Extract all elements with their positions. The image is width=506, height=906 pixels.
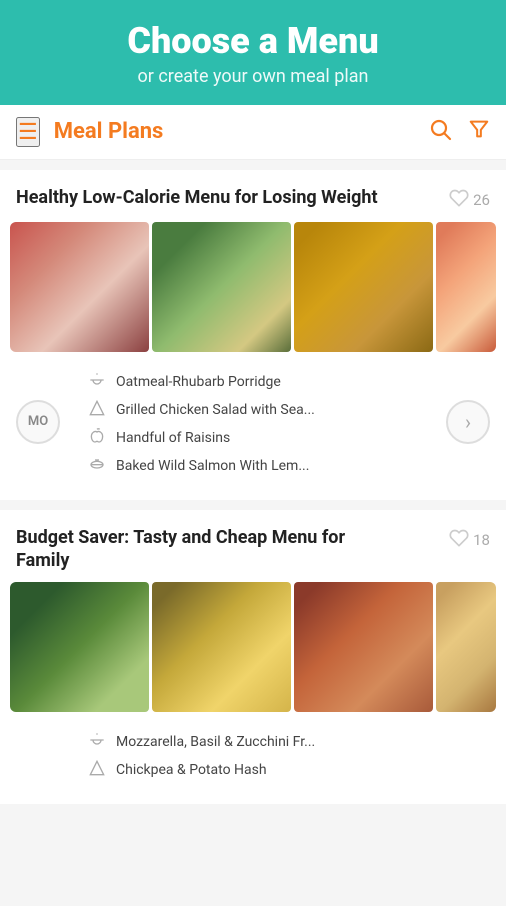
food-images-row — [10, 582, 496, 712]
apple-icon — [88, 428, 106, 448]
food-image-4[interactable] — [436, 582, 496, 712]
pizza-icon — [88, 400, 106, 420]
plan-card: Healthy Low-Calorie Menu for Losing Weig… — [0, 170, 506, 500]
food-item: Mozzarella, Basil & Zucchini Fr... — [88, 732, 474, 752]
hero-banner: Choose a Menu or create your own meal pl… — [0, 0, 506, 105]
hero-title: Choose a Menu — [20, 22, 486, 62]
food-item-name: Oatmeal-Rhubarb Porridge — [116, 374, 281, 390]
food-image-2[interactable] — [152, 582, 291, 712]
filter-button[interactable] — [468, 117, 490, 147]
menu-icon[interactable]: ☰ — [16, 117, 40, 147]
food-items-list: Oatmeal-Rhubarb Porridge Grilled Chicken… — [72, 360, 434, 484]
likes-count: 26 — [473, 191, 490, 209]
hero-subtitle: or create your own meal plan — [20, 66, 486, 87]
food-image-3[interactable] — [294, 222, 433, 352]
heart-icon[interactable] — [449, 528, 469, 552]
food-images-row — [10, 222, 496, 352]
content-area: Healthy Low-Calorie Menu for Losing Weig… — [0, 160, 506, 906]
filter-icon — [468, 118, 490, 140]
food-image-1[interactable] — [10, 582, 149, 712]
bowl-icon — [88, 732, 106, 752]
top-nav: ☰ Meal Plans — [0, 105, 506, 160]
dish-icon — [88, 456, 106, 476]
bowl-icon — [88, 372, 106, 392]
search-icon — [428, 117, 452, 141]
food-image-1[interactable] — [10, 222, 149, 352]
pizza-icon — [88, 760, 106, 780]
food-item-name: Grilled Chicken Salad with Sea... — [116, 402, 315, 418]
food-item: Oatmeal-Rhubarb Porridge — [88, 372, 418, 392]
plan-header: Healthy Low-Calorie Menu for Losing Weig… — [0, 170, 506, 222]
food-image-4[interactable] — [436, 222, 496, 352]
food-item-name: Handful of Raisins — [116, 430, 230, 446]
plan-likes: 18 — [449, 528, 490, 552]
nav-icons — [428, 117, 490, 147]
next-button[interactable]: › — [446, 400, 490, 444]
plan-header: Budget Saver: Tasty and Cheap Menu for F… — [0, 510, 506, 583]
likes-count: 18 — [473, 531, 490, 549]
food-item-name: Baked Wild Salmon With Lem... — [116, 458, 309, 474]
food-item: Chickpea & Potato Hash — [88, 760, 474, 780]
plan-card: Budget Saver: Tasty and Cheap Menu for F… — [0, 510, 506, 805]
food-item: Baked Wild Salmon With Lem... — [88, 456, 418, 476]
plan-footer: Mozzarella, Basil & Zucchini Fr... Chick… — [0, 712, 506, 788]
plan-footer: MO Oatmeal-Rhubarb Porridge — [0, 352, 506, 484]
food-item-name: Mozzarella, Basil & Zucchini Fr... — [116, 734, 315, 750]
plan-title[interactable]: Healthy Low-Calorie Menu for Losing Weig… — [16, 186, 386, 209]
plan-likes: 26 — [449, 188, 490, 212]
food-items-list: Mozzarella, Basil & Zucchini Fr... Chick… — [72, 720, 490, 788]
plan-title[interactable]: Budget Saver: Tasty and Cheap Menu for F… — [16, 526, 386, 573]
page-title: Meal Plans — [54, 119, 428, 144]
food-item-name: Chickpea & Potato Hash — [116, 762, 267, 778]
food-image-2[interactable] — [152, 222, 291, 352]
food-image-3[interactable] — [294, 582, 433, 712]
avatar[interactable]: MO — [16, 400, 60, 444]
food-item: Grilled Chicken Salad with Sea... — [88, 400, 418, 420]
search-button[interactable] — [428, 117, 452, 147]
food-item: Handful of Raisins — [88, 428, 418, 448]
heart-icon[interactable] — [449, 188, 469, 212]
